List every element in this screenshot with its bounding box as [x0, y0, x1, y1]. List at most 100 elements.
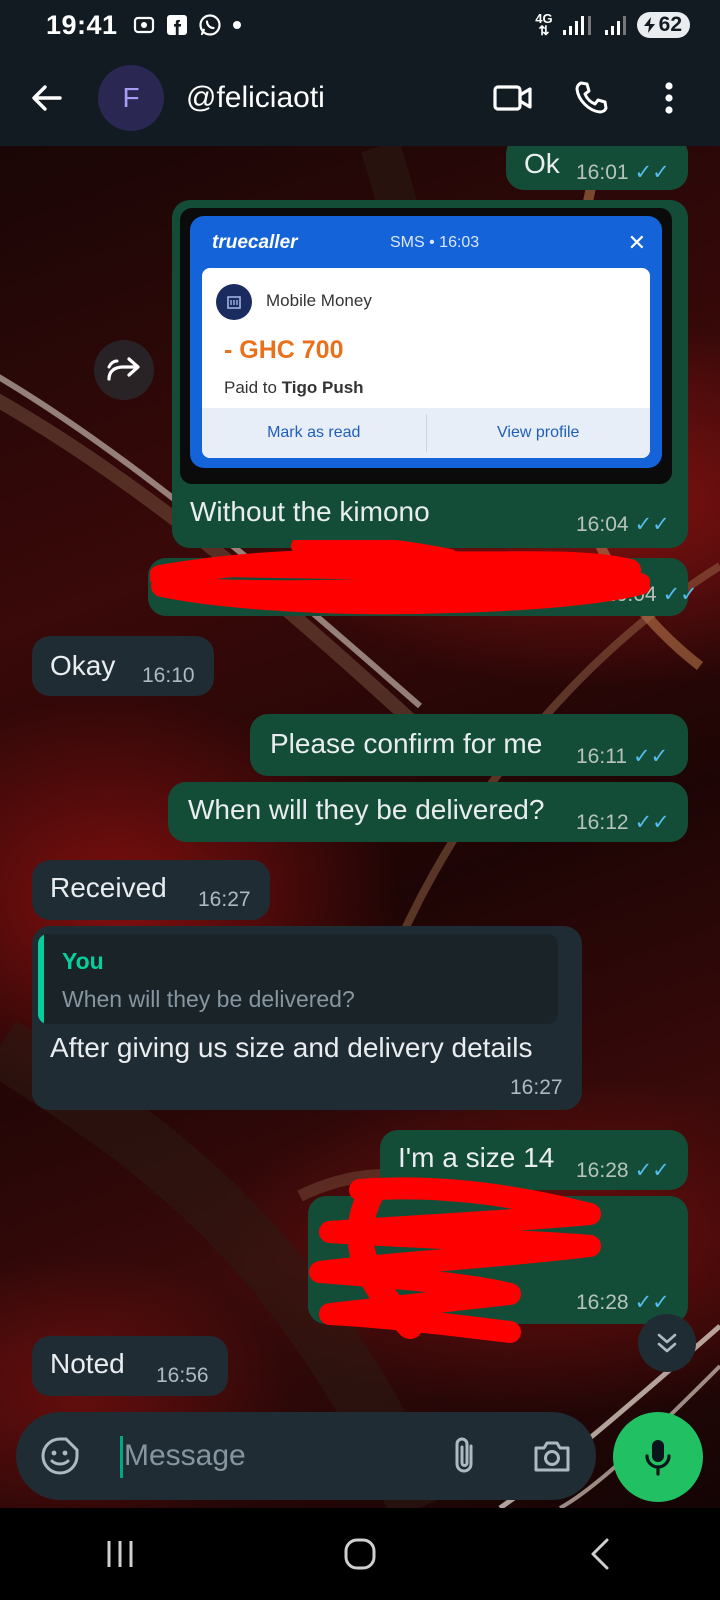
notification-icons [132, 13, 242, 37]
chevron-left-icon [591, 1538, 609, 1570]
read-receipt-icon: ✓✓ [634, 513, 670, 536]
message-time: 16:01 [576, 160, 629, 184]
home-button[interactable] [320, 1524, 400, 1584]
microphone-icon [645, 1440, 671, 1476]
paperclip-icon [455, 1437, 473, 1473]
more-vertical-icon [665, 82, 673, 114]
phone-icon [575, 81, 608, 114]
video-camera-icon [493, 85, 532, 111]
recent-apps-icon [107, 1541, 133, 1567]
avatar[interactable]: F [98, 65, 164, 131]
message-time: 16:10 [142, 664, 195, 687]
double-chevron-down-icon [657, 1333, 677, 1353]
forward-icon [107, 357, 140, 381]
message-text: Noted [50, 1348, 125, 1379]
view-profile-label: View profile [497, 424, 580, 441]
battery-indicator: 62 [636, 12, 690, 38]
mark-as-read-label: Mark as read [267, 424, 361, 441]
message-input[interactable] [124, 1428, 424, 1484]
message-incoming[interactable]: Noted 16:56 [32, 1336, 228, 1396]
sms-amount: - GHC 700 [224, 336, 344, 364]
message-time: 16:56 [156, 1364, 209, 1387]
signal-2-icon [604, 16, 626, 35]
system-navigation-bar [0, 1508, 720, 1600]
message-text: Without the kimono [190, 496, 430, 527]
quote-text: When will they be delivered? [62, 986, 355, 1012]
forward-button[interactable] [94, 340, 154, 400]
redaction-scribble [150, 540, 650, 615]
message-text: Ok [524, 148, 560, 179]
screenshot-image[interactable]: truecaller SMS • 16:03 ✕ Mobile Money - … [180, 208, 672, 484]
sms-card: Mobile Money - GHC 700 Paid to Tigo Push… [202, 268, 650, 458]
scroll-to-bottom-button[interactable] [638, 1314, 696, 1372]
recent-apps-button[interactable] [80, 1524, 160, 1584]
message-text: Received [50, 872, 167, 903]
message-outgoing[interactable]: Ok 16:01 ✓✓ [506, 146, 688, 190]
message-time: 16:27 [198, 888, 251, 911]
truecaller-notification: truecaller SMS • 16:03 ✕ Mobile Money - … [190, 216, 662, 468]
message-time: 16:11 [576, 744, 627, 768]
message-time: 16:27 [510, 1076, 563, 1099]
whatsapp-icon [198, 14, 221, 36]
message-meta: 16:10 [142, 664, 195, 688]
arrow-left-icon [32, 85, 62, 111]
quote-author: You [62, 948, 104, 974]
read-receipt-icon: ✓✓ [634, 811, 670, 834]
attach-button[interactable] [442, 1434, 486, 1478]
text-cursor [120, 1436, 123, 1478]
message-time: 16:12 [576, 810, 629, 834]
camera-button[interactable] [528, 1434, 576, 1478]
back-button[interactable] [22, 73, 72, 123]
quote-bar [38, 934, 44, 1024]
voice-record-button[interactable] [613, 1412, 703, 1502]
sms-meta: SMS • 16:03 [390, 234, 480, 251]
contact-name[interactable]: @feliciaoti [186, 81, 325, 115]
sms-sender: Mobile Money [266, 291, 372, 310]
read-receipt-icon: ✓✓ [634, 1159, 670, 1182]
read-receipt-icon: ✓✓ [662, 583, 698, 606]
message-meta: 16:01 ✓✓ [576, 160, 670, 185]
clock: 19:41 [46, 9, 118, 40]
read-receipt-icon: ✓✓ [633, 745, 669, 768]
screenshot-icon [133, 16, 154, 34]
message-meta: 16:56 [156, 1364, 209, 1388]
message-incoming[interactable]: Okay 16:10 [32, 636, 214, 696]
bank-icon [216, 284, 252, 320]
message-time: 16:04 [576, 512, 629, 536]
message-text: I'm a size 14 [398, 1142, 555, 1173]
message-outgoing-image[interactable]: truecaller SMS • 16:03 ✕ Mobile Money - … [172, 200, 688, 548]
network-type: 4G ⇅ [535, 11, 553, 38]
emoji-button[interactable] [38, 1434, 82, 1478]
message-meta: 16:27 [198, 888, 251, 912]
message-outgoing[interactable]: Please confirm for me 16:11 ✓✓ [250, 714, 688, 776]
message-composer [16, 1412, 596, 1500]
message-text: Okay [50, 650, 116, 681]
sms-actions: Mark as read View profile [202, 408, 650, 458]
system-back-button[interactable] [560, 1524, 640, 1584]
quoted-message[interactable]: You When will they be delivered? [38, 934, 558, 1024]
sms-paid-to: Paid to Tigo Push [224, 378, 364, 397]
message-incoming[interactable]: Received 16:27 [32, 860, 270, 920]
status-bar: 19:41 4G ⇅ 62 [0, 0, 720, 50]
message-meta: 16:11 ✓✓ [576, 744, 668, 769]
redaction-scribble [309, 1177, 601, 1343]
home-icon [344, 1538, 376, 1570]
message-text: After giving us size and delivery detail… [50, 1032, 533, 1063]
dot-icon [232, 21, 241, 29]
camera-icon [534, 1441, 570, 1472]
message-meta: 16:12 ✓✓ [576, 810, 670, 835]
voice-call-button[interactable] [566, 73, 616, 123]
system-icons: 4G ⇅ 62 [535, 12, 690, 38]
read-receipt-icon: ✓✓ [634, 161, 670, 184]
signal-icon [562, 16, 591, 35]
chat-header: F @feliciaoti [0, 50, 720, 146]
message-meta: 16:27 [510, 1076, 563, 1100]
video-call-button[interactable] [488, 73, 538, 123]
chat-area[interactable]: Ok 16:01 ✓✓ truecaller SMS • 16:03 ✕ Mob… [0, 146, 720, 1508]
sticker-smiley-icon [41, 1437, 79, 1475]
more-options-button[interactable] [644, 73, 694, 123]
message-outgoing[interactable]: When will they be delivered? 16:12 ✓✓ [168, 782, 688, 842]
truecaller-logo: truecaller [212, 232, 298, 253]
facebook-icon [166, 15, 187, 35]
message-incoming-reply[interactable]: You When will they be delivered? After g… [32, 926, 582, 1110]
